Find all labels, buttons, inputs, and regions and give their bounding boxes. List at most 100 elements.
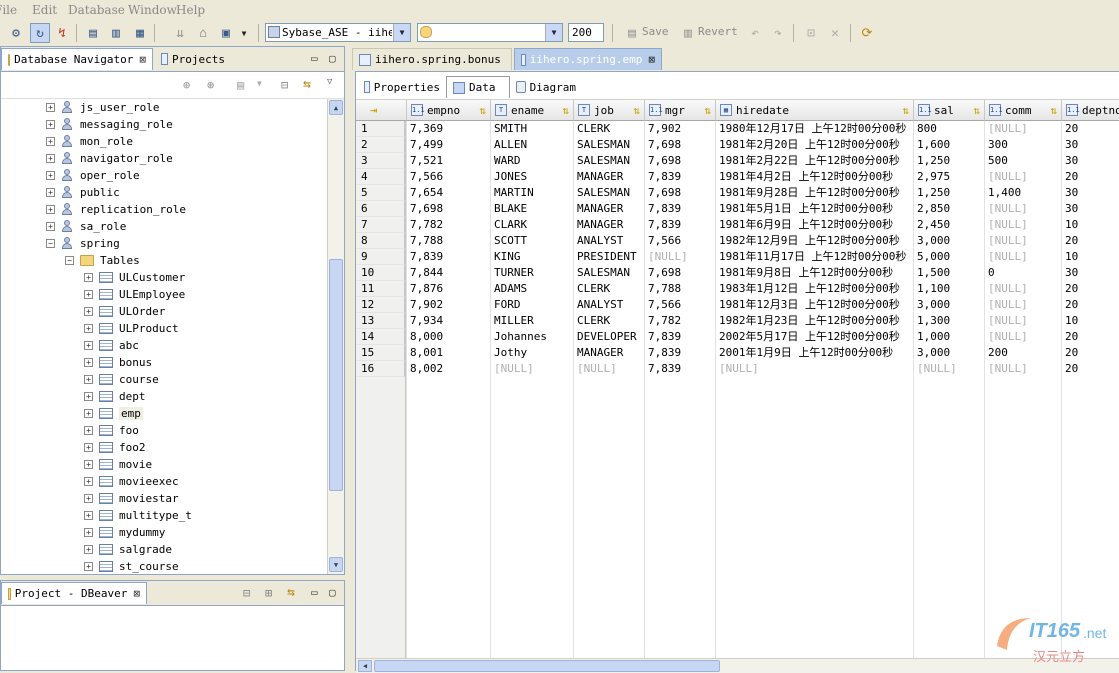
grid-cell-deptno[interactable]: 20 [1062, 233, 1119, 249]
grid-cell-job[interactable]: SALESMAN [574, 265, 645, 281]
close-icon[interactable]: ⊠ [648, 53, 655, 66]
grid-cell-deptno[interactable]: 10 [1062, 217, 1119, 233]
tree-item-table[interactable]: + foo [84, 422, 139, 439]
sql-editor-icon[interactable]: ▤ [83, 23, 103, 43]
disconnect-icon[interactable]: ⚙ [6, 23, 26, 43]
sort-icon[interactable]: ⇅ [562, 104, 569, 117]
tree-item-table[interactable]: + mydummy [84, 524, 165, 541]
tab-diagram[interactable]: Diagram [510, 76, 582, 98]
grid-cell-hiredate[interactable]: 2001年1月9日 上午12时00分00秒 [716, 345, 914, 361]
expand-icon[interactable]: + [84, 443, 93, 452]
transaction-icon[interactable]: ⇊ [170, 23, 190, 43]
tree-item-role[interactable]: + replication_role [46, 201, 186, 218]
grid-cell-job[interactable]: MANAGER [574, 345, 645, 361]
grid-cell-sal[interactable]: 1,250 [914, 153, 985, 169]
grid-cell-mgr[interactable]: 7,782 [645, 313, 716, 329]
grid-cell-comm[interactable]: [NULL] [985, 281, 1062, 297]
sort-icon[interactable]: ⇅ [633, 104, 640, 117]
expand-icon[interactable]: + [46, 103, 55, 112]
grid-cell-deptno[interactable]: 20 [1062, 329, 1119, 345]
grid-cell-job[interactable]: MANAGER [574, 169, 645, 185]
row-number[interactable]: 13 [356, 313, 405, 329]
tree-item-table[interactable]: + st_course [84, 558, 179, 574]
expand-icon[interactable]: + [84, 494, 93, 503]
expand-icon[interactable]: + [46, 171, 55, 180]
grid-cell-hiredate[interactable]: 1980年12月17日 上午12时00分00秒 [716, 121, 914, 137]
grid-cell-hiredate[interactable]: 1981年2月20日 上午12时00分00秒 [716, 137, 914, 153]
grid-cell-sal[interactable]: 2,850 [914, 201, 985, 217]
grid-cell-sal[interactable]: 3,000 [914, 233, 985, 249]
expand-icon[interactable]: + [84, 307, 93, 316]
row-number[interactable]: 9 [356, 249, 405, 265]
tree-item-table[interactable]: + movieexec [84, 473, 179, 490]
tree-item-role[interactable]: + js_user_role [46, 99, 159, 116]
chevron-down-icon[interactable]: ▼ [393, 24, 410, 41]
scroll-left-icon[interactable]: ◀ [358, 660, 372, 672]
collapse-icon[interactable]: − [65, 256, 74, 265]
connect-icon[interactable]: ↻ [30, 23, 50, 43]
grid-cell-deptno[interactable]: 20 [1062, 121, 1119, 137]
grid-cell-empno[interactable]: 7,654 [407, 185, 491, 201]
expand-icon[interactable]: + [46, 120, 55, 129]
scrollbar-thumb[interactable] [329, 259, 343, 491]
grid-cell-sal[interactable]: 1,300 [914, 313, 985, 329]
expand-icon[interactable]: + [46, 154, 55, 163]
expand-icon[interactable]: + [84, 358, 93, 367]
grid-cell-job[interactable]: PRESIDENT [574, 249, 645, 265]
row-number[interactable]: 4 [356, 169, 405, 185]
column-header[interactable]: 1.1deptno⇅ [1062, 100, 1119, 121]
menu-help[interactable]: Help [176, 3, 205, 17]
grid-cell-empno[interactable]: 7,521 [407, 153, 491, 169]
expand-icon[interactable]: + [46, 137, 55, 146]
chevron-down-icon[interactable]: ▼ [257, 79, 262, 88]
tree-item-table[interactable]: + ULOrder [84, 303, 165, 320]
tree-item-table[interactable]: + ULProduct [84, 320, 179, 337]
grid-cell-sal[interactable]: 2,450 [914, 217, 985, 233]
grid-cell-hiredate[interactable]: 1981年4月2日 上午12时00分00秒 [716, 169, 914, 185]
grid-cell-hiredate[interactable]: 1981年5月1日 上午12时00分00秒 [716, 201, 914, 217]
grid-cell-comm[interactable]: [NULL] [985, 217, 1062, 233]
grid-cell-comm[interactable]: [NULL] [985, 361, 1062, 377]
grid-cell-hiredate[interactable]: 1981年12月3日 上午12时00分00秒 [716, 297, 914, 313]
grid-cell-comm[interactable]: 200 [985, 345, 1062, 361]
delete-row-icon[interactable]: ✕ [825, 23, 845, 43]
menu-file[interactable]: File [0, 3, 17, 17]
row-number[interactable]: 6 [356, 201, 405, 217]
expand-icon[interactable]: + [84, 528, 93, 537]
new-connection-icon[interactable]: ⊕ [183, 78, 190, 92]
tab-bonus[interactable]: iihero.spring.bonus [352, 48, 512, 70]
sort-icon[interactable]: ⇅ [973, 104, 980, 117]
grid-cell-job[interactable]: SALESMAN [574, 185, 645, 201]
expand-icon[interactable]: + [84, 409, 93, 418]
grid-cell-empno[interactable]: 7,788 [407, 233, 491, 249]
grid-cell-sal[interactable]: 3,000 [914, 345, 985, 361]
grid-cell-comm[interactable]: 500 [985, 153, 1062, 169]
grid-cell-mgr[interactable]: 7,839 [645, 345, 716, 361]
grid-cell-comm[interactable]: [NULL] [985, 313, 1062, 329]
grid-cell-hiredate[interactable]: 1982年12月9日 上午12时00分00秒 [716, 233, 914, 249]
expand-icon[interactable]: + [46, 188, 55, 197]
tree-item-table[interactable]: + abc [84, 337, 139, 354]
grid-cell-ename[interactable]: WARD [491, 153, 574, 169]
grid-cell-hiredate[interactable]: 1981年11月17日 上午12时00分00秒 [716, 249, 914, 265]
grid-cell-sal[interactable]: 1,600 [914, 137, 985, 153]
row-number[interactable]: 12 [356, 297, 405, 313]
sort-icon[interactable]: ⇅ [704, 104, 711, 117]
tree-item-role[interactable]: + public [46, 184, 120, 201]
grid-cell-sal[interactable]: 2,975 [914, 169, 985, 185]
tab-properties[interactable]: Properties [358, 76, 446, 98]
grid-cell-ename[interactable]: ADAMS [491, 281, 574, 297]
row-number[interactable]: 1 [356, 121, 405, 137]
grid-cell-comm[interactable]: 1,400 [985, 185, 1062, 201]
grid-cell-deptno[interactable]: 30 [1062, 201, 1119, 217]
grid-cell-job[interactable]: ANALYST [574, 233, 645, 249]
column-header[interactable]: 1.1 comm ⇅ [985, 100, 1062, 121]
close-icon[interactable]: ⊠ [133, 587, 140, 600]
sort-icon[interactable]: ⇅ [1050, 104, 1057, 117]
minimize-icon[interactable]: ▭ [311, 52, 318, 65]
refresh-icon[interactable]: ⟳ [857, 23, 877, 43]
tree-item-table[interactable]: + movie [84, 456, 152, 473]
tab-data[interactable]: Data [446, 76, 510, 98]
collapse-all-icon[interactable]: ⊟ [243, 586, 250, 600]
expand-icon[interactable]: + [84, 562, 93, 571]
